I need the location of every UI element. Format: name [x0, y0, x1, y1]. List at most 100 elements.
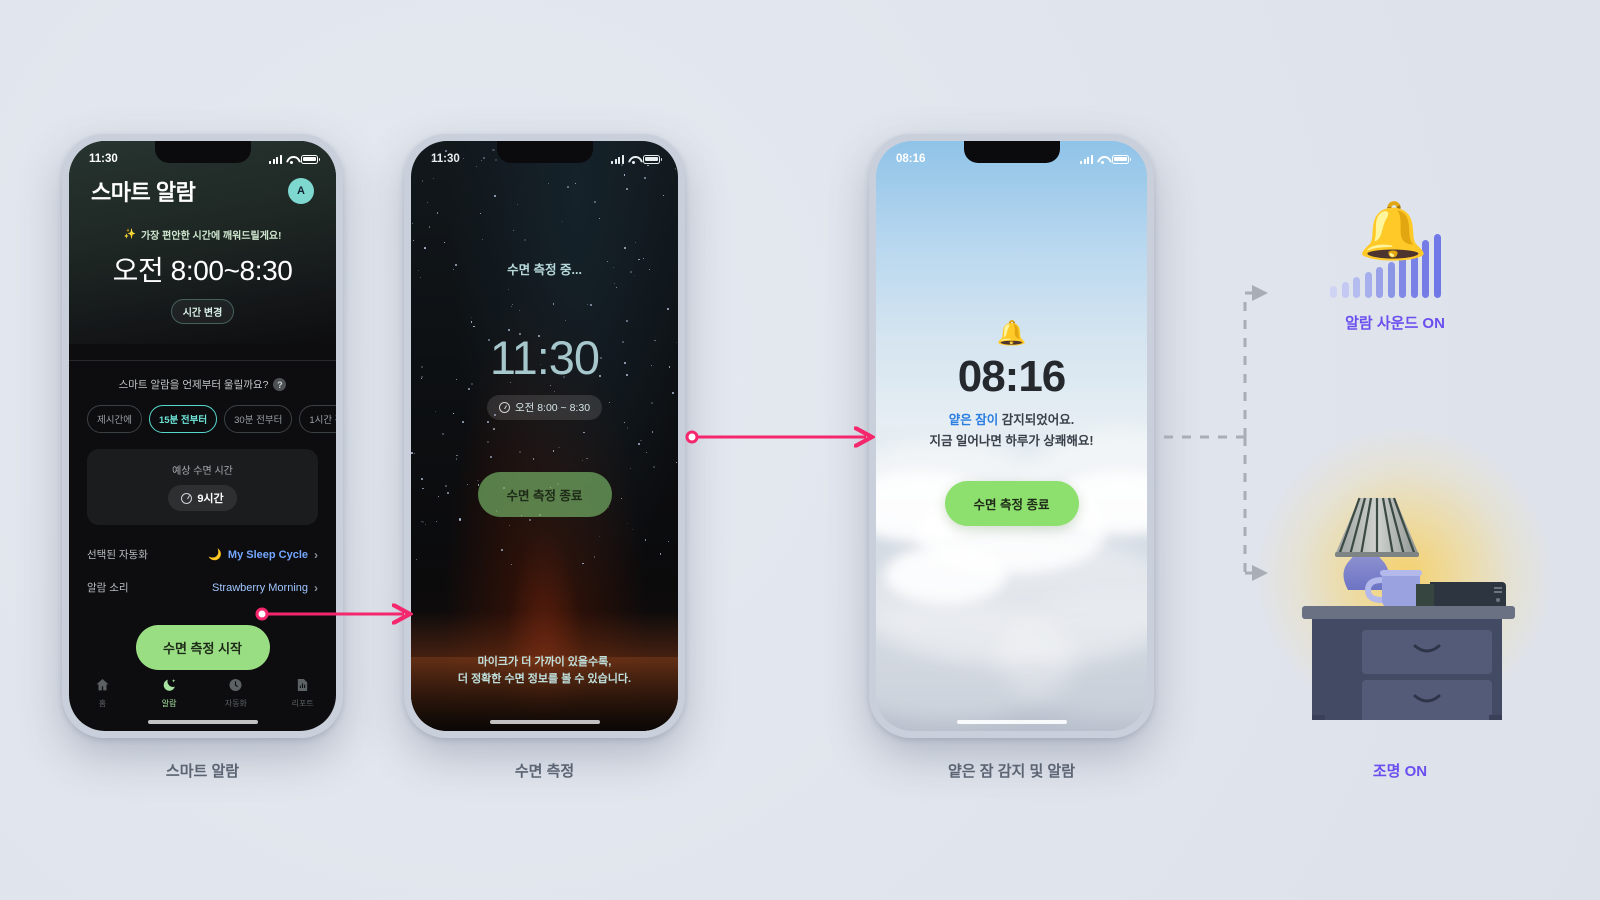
caption-sleep-tracking: 수면 측정	[514, 763, 575, 780]
wakeup-clock: 08:16	[957, 352, 1067, 401]
flow-canvas: 11:30 스마트 알람 A ✨ 가장 편안한 시간에 깨워드릴게요! 오전 8…	[0, 0, 1600, 900]
wakeup-message-line2: 지금 일어나면 하루가 상쾌해요!	[929, 433, 1094, 448]
chart-icon	[297, 679, 308, 691]
sparkle-icon: ✨	[123, 229, 136, 240]
lamp-illustration	[1302, 497, 1515, 720]
alarm-range-pill: 오전 8:00 ~ 8:30	[486, 395, 603, 420]
lead-time-question-text: 스마트 알람을 언제부터 울릴까요?	[118, 379, 269, 391]
alarm-time: 오전 8:00~8:30	[112, 255, 293, 286]
row-alarm-sound-value-wrap: Strawberry Morning ›	[212, 581, 318, 595]
status-time: 11:30	[431, 153, 460, 165]
stop-sleep-tracking-button[interactable]: 수면 측정 종료	[944, 481, 1079, 527]
signal-icon	[610, 154, 624, 164]
lead-time-chip-group: 제시간에 15분 전부터 30분 전부터 1시간 전부터	[87, 405, 336, 433]
tab-home-label: 홈	[98, 699, 107, 708]
stop-sleep-tracking-button[interactable]: 수면 측정 종료	[477, 472, 612, 517]
chip-on-time[interactable]: 제시간에	[87, 405, 142, 433]
wakeup-message-rest: 감지되었어요.	[998, 413, 1075, 427]
expected-sleep-card: 예상 수면 시간 9시간	[87, 449, 318, 525]
lead-time-question: 스마트 알람을 언제부터 울릴까요? ?	[87, 377, 318, 392]
phone-smart-alarm: 11:30 스마트 알람 A ✨ 가장 편안한 시간에 깨워드릴게요! 오전 8…	[62, 134, 343, 738]
chevron-right-icon: ›	[314, 580, 318, 595]
mic-hint-line1: 마이크가 더 가까이 있을수록,	[477, 655, 612, 668]
signal-icon	[268, 154, 282, 164]
expected-sleep-value: 9시간	[168, 485, 237, 511]
wifi-icon	[1097, 155, 1108, 164]
expected-sleep-label: 예상 수면 시간	[172, 466, 233, 477]
tracking-clock: 11:30	[489, 331, 600, 384]
status-time: 11:30	[89, 153, 118, 165]
bell-icon: 🔔	[996, 320, 1027, 347]
arrowhead-to-sound	[1252, 285, 1268, 301]
moon-star-icon	[163, 679, 175, 691]
chevron-right-icon: ›	[314, 547, 318, 562]
alarm-settings: 스마트 알람을 언제부터 울릴까요? ? 제시간에 15분 전부터 30분 전부…	[69, 344, 336, 670]
screen-wakeup: 08:16 🔔 08:16 얕은 잠이 감지되었어요. 지금 일어나면 하루가 …	[876, 141, 1147, 731]
chip-30min[interactable]: 30분 전부터	[224, 405, 293, 433]
notch	[154, 141, 251, 163]
tracking-status-text: 수면 측정 중...	[507, 263, 582, 277]
phone-wakeup: 08:16 🔔 08:16 얕은 잠이 감지되었어요. 지금 일어나면 하루가 …	[869, 134, 1154, 738]
battery-icon	[301, 154, 321, 164]
start-sleep-tracking-button[interactable]: 수면 측정 시작	[135, 625, 270, 670]
battery-icon	[1112, 154, 1132, 164]
chip-1hour[interactable]: 1시간 전부터	[299, 405, 336, 433]
home-icon	[96, 679, 109, 691]
wakeup-message: 얕은 잠이 감지되었어요. 지금 일어나면 하루가 상쾌해요!	[876, 410, 1147, 451]
caption-wakeup: 얕은 잠 감지 및 알람	[947, 763, 1076, 780]
tab-bar: 홈 알람 자동화 리포트	[69, 677, 336, 709]
clock-icon	[498, 402, 510, 413]
wifi-icon	[628, 155, 639, 164]
bell-icon: 🔔	[1358, 199, 1428, 262]
home-indicator	[147, 720, 258, 724]
row-alarm-sound[interactable]: 알람 소리 Strawberry Morning ›	[87, 580, 318, 595]
mic-hint: 마이크가 더 가까이 있을수록, 더 정확한 수면 정보를 볼 수 있습니다.	[411, 654, 678, 689]
label-light-on: 조명 ON	[1372, 763, 1428, 780]
wifi-icon	[286, 155, 297, 164]
clock-icon	[181, 492, 193, 504]
home-indicator	[489, 720, 600, 724]
tab-home[interactable]: 홈	[69, 677, 136, 709]
moon-icon: 🌙	[208, 549, 222, 561]
row-alarm-sound-label: 알람 소리	[87, 582, 129, 594]
status-time: 08:16	[896, 153, 926, 165]
screen-sleep-tracking: 11:30 수면 측정 중... 11:30 오전 8:00 ~ 8:30 수면…	[411, 141, 678, 731]
status-bar: 08:16	[876, 141, 1147, 171]
tab-report[interactable]: 리포트	[269, 677, 336, 709]
chip-15min[interactable]: 15분 전부터	[148, 405, 218, 433]
caption-smart-alarm: 스마트 알람	[165, 763, 240, 780]
alarm-range-text: 오전 8:00 ~ 8:30	[514, 402, 591, 414]
battery-icon	[643, 154, 663, 164]
row-automation-value-wrap: 🌙 My Sleep Cycle ›	[208, 548, 318, 562]
tab-automation-label: 자동화	[224, 699, 247, 708]
expected-sleep-text: 9시간	[197, 493, 224, 505]
page-title: 스마트 알람	[91, 180, 196, 205]
arrow-tracking-dot	[685, 430, 699, 444]
signal-icon	[1079, 154, 1093, 164]
help-icon[interactable]: ?	[273, 378, 287, 391]
tab-report-label: 리포트	[291, 699, 314, 708]
hero-subtitle-text: 가장 편안한 시간에 깨워드릴게요!	[140, 231, 282, 242]
hero-subtitle: ✨ 가장 편안한 시간에 깨워드릴게요!	[91, 227, 314, 242]
row-alarm-sound-value: Strawberry Morning	[212, 581, 308, 594]
row-automation[interactable]: 선택된 자동화 🌙 My Sleep Cycle ›	[87, 547, 318, 562]
row-automation-label: 선택된 자동화	[87, 549, 148, 561]
mic-hint-line2: 더 정확한 수면 정보를 볼 수 있습니다.	[457, 673, 632, 686]
screen-smart-alarm: 11:30 스마트 알람 A ✨ 가장 편안한 시간에 깨워드릴게요! 오전 8…	[69, 141, 336, 731]
alarm-sound-illustration: 🔔	[1330, 203, 1480, 298]
arrow-wakeup-to-outputs	[1164, 291, 1258, 575]
tab-alarm[interactable]: 알람	[136, 677, 203, 709]
tab-automation[interactable]: 자동화	[203, 677, 270, 709]
tab-alarm-label: 알람	[161, 699, 177, 708]
row-automation-value: My Sleep Cycle	[227, 548, 308, 561]
divider	[69, 360, 336, 361]
avatar[interactable]: A	[288, 178, 314, 204]
wakeup-message-highlight: 얕은 잠이	[948, 413, 999, 427]
status-bar: 11:30	[411, 141, 678, 171]
alarm-hero: 스마트 알람 A ✨ 가장 편안한 시간에 깨워드릴게요! 오전 8:00~8:…	[69, 141, 336, 344]
label-alarm-sound-on: 알람 사운드 ON	[1345, 315, 1445, 332]
phone-sleep-tracking: 11:30 수면 측정 중... 11:30 오전 8:00 ~ 8:30 수면…	[404, 134, 685, 738]
home-indicator	[956, 720, 1067, 724]
app-header: 스마트 알람 A	[91, 175, 314, 207]
change-time-button[interactable]: 시간 변경	[170, 299, 235, 324]
